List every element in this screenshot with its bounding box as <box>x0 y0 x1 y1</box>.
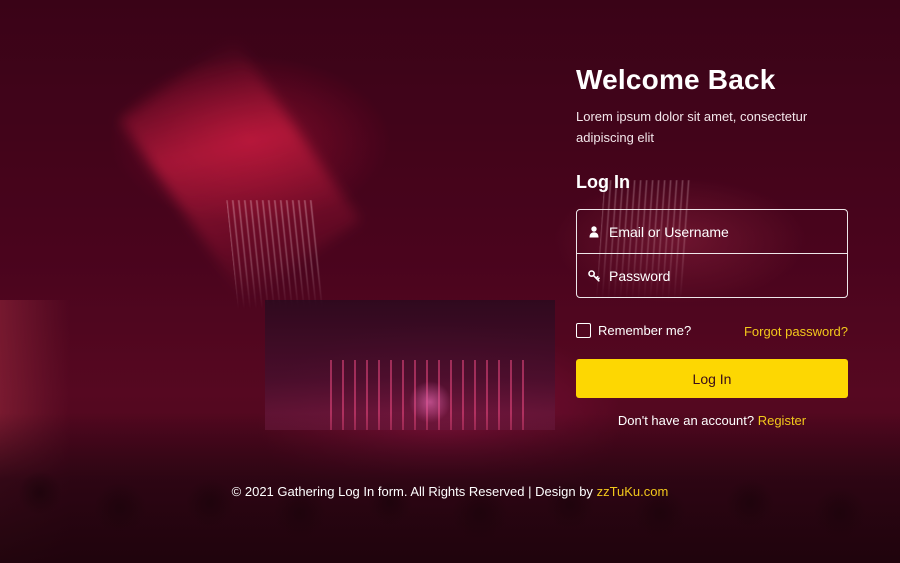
remember-me-checkbox[interactable] <box>576 322 591 338</box>
background-firework <box>226 200 328 310</box>
footer-copyright: © 2021 Gathering Log In form. All Rights… <box>231 484 593 499</box>
login-panel: Welcome Back Lorem ipsum dolor sit amet,… <box>576 62 848 428</box>
forgot-password-link[interactable]: Forgot password? <box>744 324 848 339</box>
login-button[interactable]: Log In <box>576 359 848 398</box>
login-page: Welcome Back Lorem ipsum dolor sit amet,… <box>0 0 900 563</box>
login-section-title: Log In <box>576 172 630 192</box>
email-field-row <box>577 210 847 253</box>
login-fields <box>576 209 848 298</box>
login-options: Remember me? Forgot password? <box>576 320 848 340</box>
password-field-row <box>577 253 847 297</box>
page-subtitle: Lorem ipsum dolor sit amet, consectetur … <box>576 109 808 145</box>
register-link[interactable]: Register <box>758 413 806 428</box>
register-prompt: Don't have an account? <box>617 413 755 428</box>
remember-me-label: Remember me? <box>598 322 692 338</box>
key-icon <box>577 269 609 282</box>
remember-me[interactable]: Remember me? <box>576 322 692 338</box>
footer-design-link[interactable]: zzTuKu.com <box>597 484 669 499</box>
user-icon <box>577 225 609 238</box>
email-field[interactable] <box>609 210 847 253</box>
page-title: Welcome Back <box>576 64 776 95</box>
page-footer: © 2021 Gathering Log In form. All Rights… <box>0 484 900 499</box>
register-row: Don't have an account? Register <box>576 413 848 428</box>
password-field[interactable] <box>609 254 847 297</box>
